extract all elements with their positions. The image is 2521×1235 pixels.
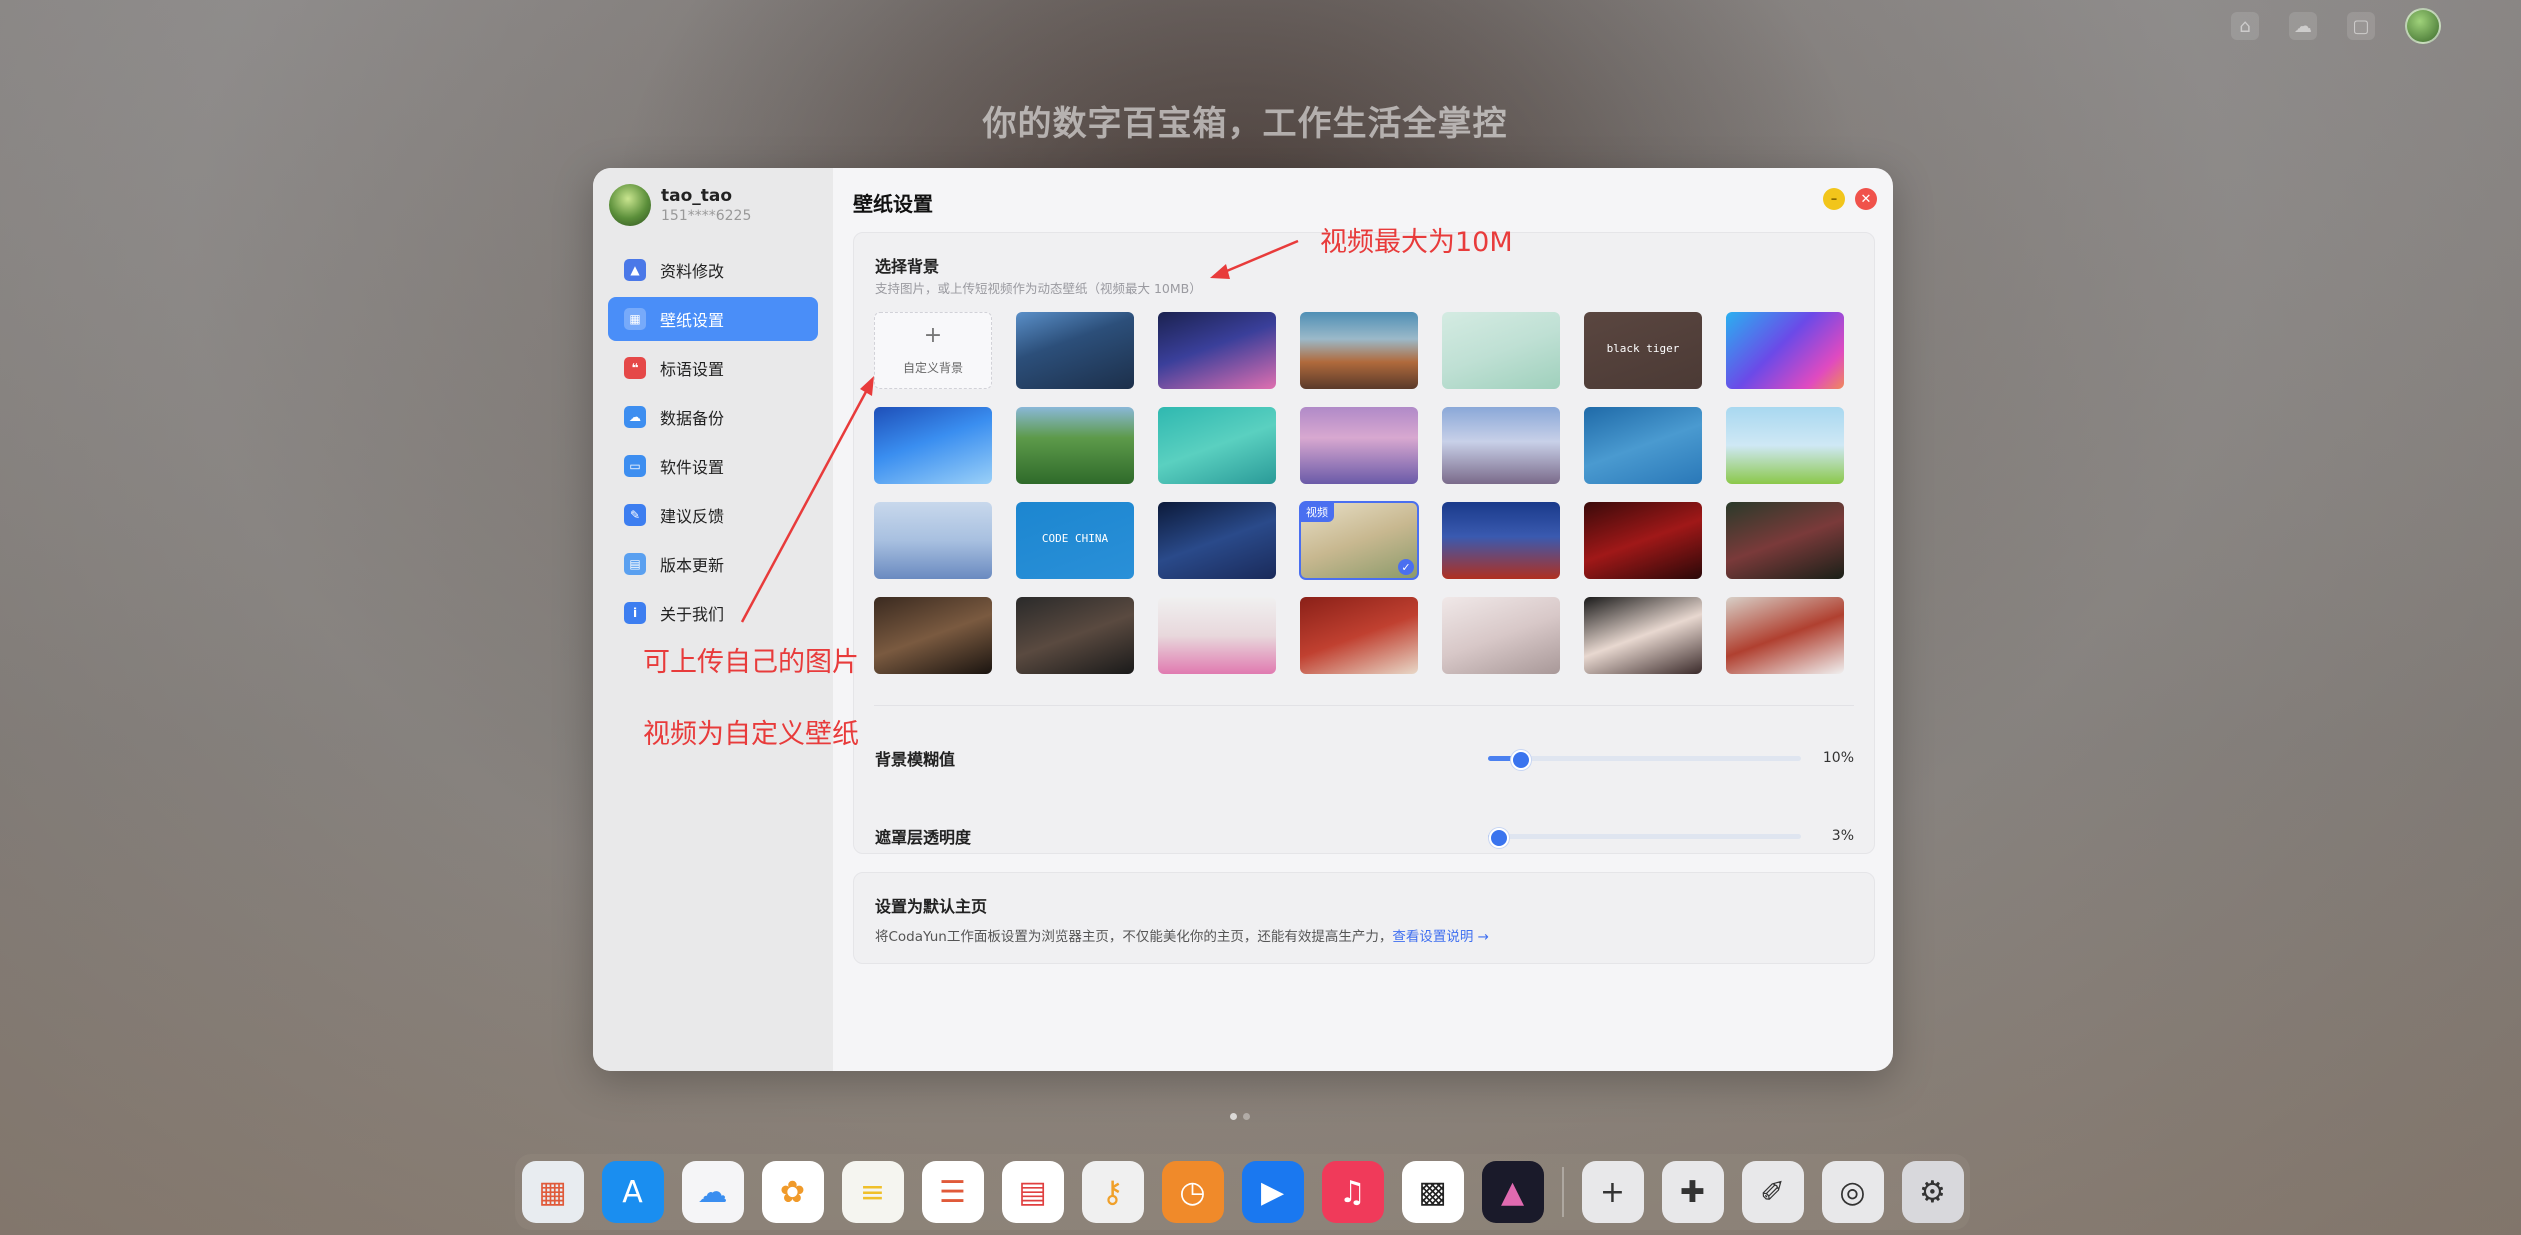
arrow-head-video [1210,264,1230,279]
annotation-arrows [740,239,1299,623]
qrcode-icon[interactable]: ▩ [1401,1161,1464,1223]
annotation-upload-own: 可上传自己的图片 [643,647,859,678]
arrow-line-video [1221,239,1299,275]
keychain-icon[interactable]: ⚷ [1081,1161,1144,1223]
annotation-video-custom: 视频为自定义壁纸 [643,719,859,750]
page-dot-2[interactable] [1243,1113,1250,1120]
puzzle-icon[interactable]: ✚ [1661,1161,1724,1223]
page-dot-1[interactable] [1230,1113,1237,1120]
gallery-icon[interactable]: ▲ [1481,1161,1544,1223]
add-icon[interactable]: + [1581,1161,1644,1223]
photos-icon[interactable]: ✿ [761,1161,824,1223]
notes-icon[interactable]: ≡ [841,1161,904,1223]
settings-icon[interactable]: ⚙ [1901,1161,1964,1223]
page-indicator [1230,1113,1250,1120]
music-icon[interactable]: ♫ [1321,1161,1384,1223]
launchpad-icon[interactable]: ▦ [521,1161,584,1223]
appstore-icon[interactable]: A [601,1161,664,1223]
arrow-line-upload [740,387,870,623]
dock-separator [1561,1167,1564,1217]
brush-icon[interactable]: ✐ [1741,1161,1804,1223]
icloud-icon[interactable]: ☁ [681,1161,744,1223]
dock: ▦ A ☁ ✿ ≡ ☰ ▤ ⚷ ◷ ▶ ♫ ▩ ▲ + ✚ ✐ ◎ ⚙ [515,1154,1970,1230]
clock-icon[interactable]: ◷ [1161,1161,1224,1223]
arrow-head-upload [860,376,874,396]
reminders-icon[interactable]: ☰ [921,1161,984,1223]
calendar-icon[interactable]: ▤ [1001,1161,1064,1223]
play-icon[interactable]: ▶ [1241,1161,1304,1223]
annotation-video-max: 视频最大为10M [1320,227,1513,258]
pin-icon[interactable]: ◎ [1821,1161,1884,1223]
